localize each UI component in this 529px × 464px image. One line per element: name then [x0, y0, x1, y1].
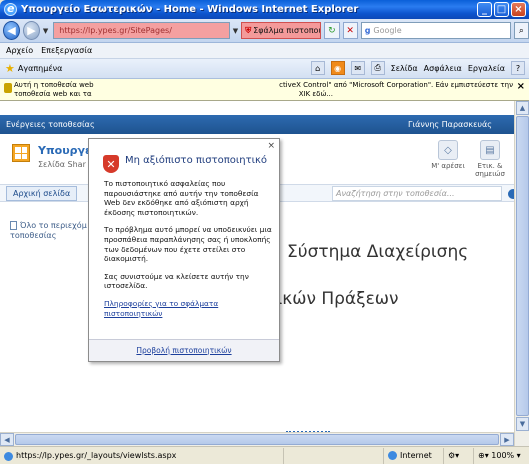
stop-button[interactable]: ✕	[342, 22, 358, 39]
horizontal-scrollbar[interactable]: ◀ ▶	[0, 432, 514, 446]
all-content-label: Όλο το περιεχόμ	[20, 221, 87, 230]
view-certificates-link[interactable]: Προβολή πιστοποιητικών	[89, 339, 279, 361]
shield-error-icon: ⛨	[245, 25, 252, 35]
mail-icon[interactable]: ✉	[350, 61, 365, 75]
certificate-error-popup: × ✕ Μη αξιόπιστο πιστοποιητικό Το πιστοπ…	[88, 138, 280, 362]
zoom-dropdown-icon: ▾	[514, 451, 521, 460]
scroll-down-button[interactable]: ▼	[516, 417, 529, 431]
home-icon[interactable]: ⌂	[310, 61, 325, 75]
favorites-button[interactable]: ★ Αγαπημένα	[0, 62, 85, 75]
infobar-text-right: ctiveX Control" από "Microsoft Corporati…	[279, 81, 513, 89]
refresh-button[interactable]: ↻	[324, 22, 340, 39]
popup-body: Το πιστοποιητικό ασφαλείας που παρουσιάσ…	[104, 179, 272, 326]
infobar-close-button[interactable]: ×	[517, 82, 525, 92]
main-heading-line1: Σύστημα Διαχείρισης	[287, 242, 469, 262]
favorites-label: Αγαπημένα	[17, 64, 63, 73]
print-icon[interactable]: ⎙	[370, 61, 385, 75]
tools-menu[interactable]: Εργαλεία	[468, 64, 505, 73]
site-actions-menu[interactable]: Ενέργειες τοποθεσίας	[6, 120, 95, 129]
address-url: https://lp.ypes.gr/SitePages/	[59, 26, 172, 35]
like-label: Μ' αρέσει	[431, 162, 465, 170]
search-placeholder: Google	[373, 26, 402, 35]
zoom-level: 100%	[491, 451, 515, 460]
zone-label: Internet	[400, 451, 432, 460]
tags-label-2: σημειώσ	[475, 170, 505, 178]
status-url: https://lp.ypes.gr/_layouts/viewlsts.asp…	[0, 451, 283, 461]
menu-bar: Αρχείο Επεξεργασία	[0, 43, 529, 59]
protected-mode-icon[interactable]: ⚙▾	[443, 447, 473, 464]
site-subtitle: Σελίδα Shar	[38, 160, 86, 169]
globe-icon	[388, 451, 397, 460]
vertical-scroll-thumb[interactable]	[516, 116, 529, 416]
vertical-scrollbar[interactable]: ▲ ▼	[514, 101, 529, 446]
all-content-label-2: τοποθεσίας	[10, 231, 57, 240]
page-content: Ενέργειες τοποθεσίας Γιάννης Παρασκευάς …	[0, 101, 514, 446]
window-title: Υπουργείο Εσωτερικών - Home - Windows In…	[21, 4, 359, 15]
tags-label: Ετικ. &	[477, 162, 503, 170]
window-controls: _ □ ×	[477, 2, 526, 17]
maximize-button[interactable]: □	[494, 2, 509, 17]
information-bar[interactable]: Αυτή η τοποθεσία web ctiveX Control" από…	[0, 79, 529, 101]
command-tools: ⌂ ◉ ✉ ⎙ Σελίδα Ασφάλεια Εργαλεία ?	[310, 61, 525, 75]
help-icon[interactable]: ?	[511, 61, 525, 75]
like-icon: ◇	[438, 140, 458, 160]
search-input[interactable]: g Google	[360, 22, 511, 39]
menu-file[interactable]: Αρχείο	[6, 46, 33, 55]
certificate-warning-icon: ✕	[103, 155, 119, 173]
tag-icon: ▤	[480, 140, 500, 160]
infobar-text-left: Αυτή η τοποθεσία web	[14, 81, 94, 89]
scroll-up-button[interactable]: ▲	[516, 101, 529, 115]
feeds-icon[interactable]: ◉	[330, 61, 345, 75]
history-dropdown-icon[interactable]: ▼	[43, 27, 48, 35]
menu-edit[interactable]: Επεξεργασία	[41, 46, 92, 55]
status-progress	[283, 447, 383, 464]
ie-logo-icon	[4, 2, 17, 16]
all-site-content-link[interactable]: Όλο το περιεχόμ	[10, 221, 87, 231]
user-menu[interactable]: Γιάννης Παρασκευάς	[408, 120, 492, 129]
certificate-error-label: Σφάλμα πιστοποιητ...	[253, 26, 322, 35]
site-search-input[interactable]: Αναζήτηση στην τοποθεσία...	[332, 186, 502, 201]
back-button[interactable]: ◀	[3, 21, 20, 40]
quick-launch: Όλο το περιεχόμ τοποθεσίας	[10, 221, 87, 241]
document-icon	[10, 221, 17, 230]
tags-notes-button[interactable]: ▤ Ετικ. & σημειώσ	[470, 140, 510, 178]
google-icon: g	[364, 26, 371, 35]
popup-close-button[interactable]: ×	[267, 141, 275, 151]
zoom-control[interactable]: ⊕▾ 100% ▾	[473, 447, 525, 464]
page-menu[interactable]: Σελίδα	[391, 64, 418, 73]
certificate-error-button[interactable]: ⛨ Σφάλμα πιστοποιητ...	[241, 22, 322, 39]
popup-title: Μη αξιόπιστο πιστοποιητικό	[125, 155, 268, 166]
popup-paragraph-3: Σας συνιστούμε να κλείσετε αυτήν την ιστ…	[104, 271, 249, 291]
zoom-icon: ⊕▾	[478, 451, 492, 460]
address-dropdown-icon[interactable]: ▼	[233, 27, 238, 35]
star-icon: ★	[5, 62, 15, 75]
tab-home[interactable]: Αρχική σελίδα	[6, 186, 78, 201]
info-shield-icon	[4, 83, 12, 93]
minimize-button[interactable]: _	[477, 2, 492, 17]
infobar-text-right2: ΧΙΚ εδώ...	[298, 90, 333, 98]
horizontal-scroll-thumb[interactable]	[15, 434, 499, 445]
site-title[interactable]: Υπουργεί	[38, 144, 95, 157]
site-logo-icon	[12, 144, 30, 162]
sharepoint-top-bar: Ενέργειες τοποθεσίας Γιάννης Παρασκευάς	[0, 115, 514, 134]
scroll-right-button[interactable]: ▶	[500, 433, 514, 446]
certificate-errors-info-link[interactable]: Πληροφορίες για το σφάλματα πιστοποιητικ…	[104, 299, 272, 318]
address-field[interactable]: https://lp.ypes.gr/SitePages/	[53, 22, 230, 39]
close-window-button[interactable]: ×	[511, 2, 526, 17]
search-go-button[interactable]: ⌕	[513, 22, 529, 39]
like-button[interactable]: ◇ Μ' αρέσει	[428, 140, 468, 170]
popup-paragraph-1: Το πιστοποιητικό ασφαλείας που παρουσιάσ…	[104, 179, 259, 217]
status-bar: https://lp.ypes.gr/_layouts/viewlsts.asp…	[0, 446, 529, 464]
command-bar: ★ Αγαπημένα ⌂ ◉ ✉ ⎙ Σελίδα Ασφάλεια Εργα…	[0, 59, 529, 79]
forward-button[interactable]: ▶	[22, 21, 40, 40]
infobar-text-left2: τοποθεσία web και τα	[14, 90, 92, 98]
title-bar: Υπουργείο Εσωτερικών - Home - Windows In…	[0, 0, 529, 19]
safety-menu[interactable]: Ασφάλεια	[424, 64, 462, 73]
popup-paragraph-2: Το πρόβλημα αυτό μπορεί να υποδεικνύει μ…	[104, 225, 272, 264]
security-zone[interactable]: Internet	[383, 447, 443, 464]
address-toolbar: ◀ ▶ ▼ https://lp.ypes.gr/SitePages/ ▼ ⛨ …	[0, 19, 529, 43]
site-search-placeholder: Αναζήτηση στην τοποθεσία...	[336, 189, 455, 198]
scroll-left-button[interactable]: ◀	[0, 433, 14, 446]
